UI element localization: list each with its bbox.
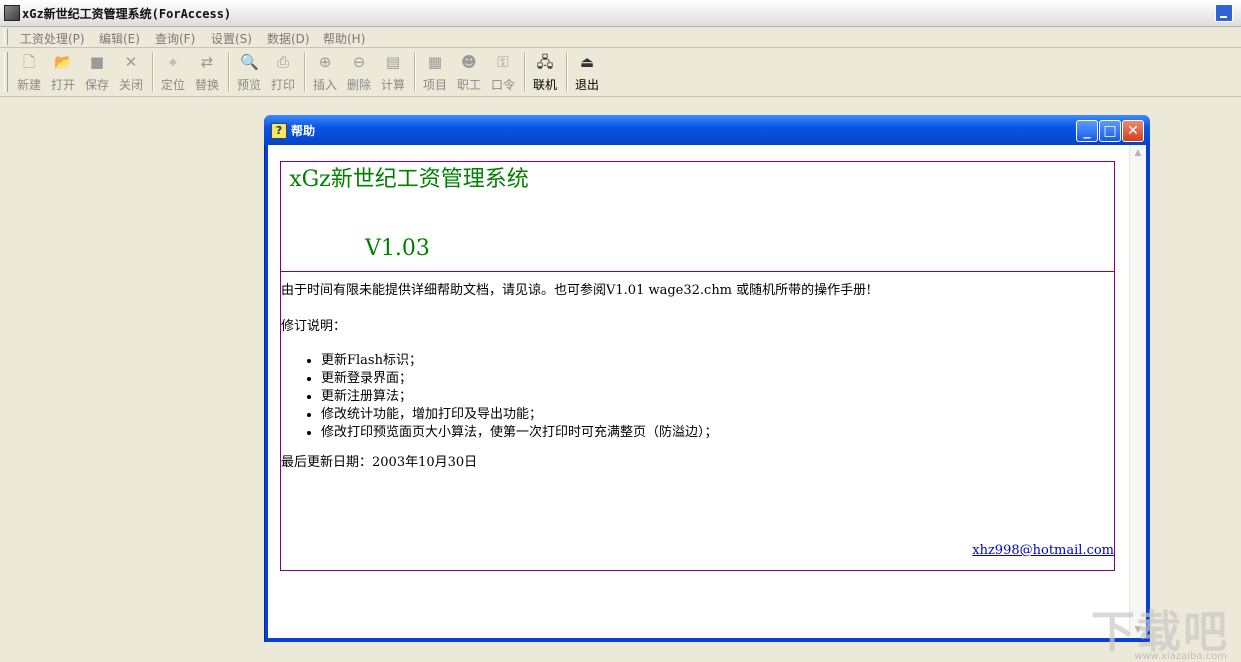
calculate-button-label: 计算 [380, 78, 405, 92]
password-button-label: 口令 [490, 78, 515, 92]
save-button-label: 保存 [84, 78, 109, 92]
calculator-icon: ▤ [385, 53, 401, 71]
vertical-scrollbar[interactable]: ▲ ▼ [1129, 145, 1146, 638]
help-maximize-button[interactable]: □ [1099, 120, 1121, 142]
exit-button-label: 退出 [574, 78, 599, 92]
menu-help[interactable]: 帮助(H) [323, 30, 365, 47]
help-window-title: 帮助 [291, 124, 316, 138]
last-updated-text: 最后更新日期：2003年10月30日 [281, 455, 478, 470]
menu-grip-handle[interactable] [4, 29, 8, 45]
network-button-label: 联机 [532, 78, 557, 92]
help-title-bar[interactable]: ? 帮助 _ □ ✕ [264, 115, 1150, 145]
help-document: xGz新世纪工资管理系统 V1.03 由于时间有限未能提供详细帮助文档，请见谅。… [280, 161, 1115, 571]
close-icon: ✕ [124, 53, 138, 71]
password-button[interactable]: ⚿ 口令 [487, 51, 519, 93]
toolbar-separator [566, 52, 568, 92]
email-link[interactable]: xhz998@hotmail.com [972, 543, 1114, 558]
staff-button[interactable]: ☻ 职工 [453, 51, 485, 93]
staff-button-label: 职工 [456, 78, 481, 92]
toolbar-grip-handle[interactable] [4, 52, 8, 92]
insert-icon: ⊕ [318, 53, 332, 71]
insert-button-label: 插入 [312, 78, 337, 92]
toolbar: 🗋 新建 📂 打开 ■ 保存 ✕ 关闭 ⌖ 定位 ⇄ 替换 🔍 预览 ⎙ 打印 … [0, 48, 1241, 97]
watermark-url: www.xiazaiba.com [1134, 651, 1227, 662]
delete-button-label: 删除 [346, 78, 371, 92]
intro-text: 由于时间有限未能提供详细帮助文档，请见谅。也可参阅V1.01 wage32.ch… [281, 283, 872, 298]
insert-button[interactable]: ⊕ 插入 [309, 51, 341, 93]
network-icon: 🖧 [536, 53, 554, 71]
replace-button[interactable]: ⇄ 替换 [191, 51, 223, 93]
revision-item: 修改打印预览面页大小算法，使第一次打印时可充满整页（防溢边）； [321, 424, 718, 442]
staff-icon: ☻ [461, 53, 477, 71]
calculate-button[interactable]: ▤ 计算 [377, 51, 409, 93]
revision-item: 更新Flash标识； [321, 352, 718, 370]
delete-icon: ⊖ [352, 53, 366, 71]
preview-button[interactable]: 🔍 预览 [233, 51, 265, 93]
menu-query[interactable]: 查询(F) [155, 30, 195, 47]
help-window-icon: ? [271, 123, 287, 139]
open-folder-icon: 📂 [54, 53, 73, 71]
new-button[interactable]: 🗋 新建 [13, 51, 45, 93]
help-banner: xGz新世纪工资管理系统 V1.03 [281, 162, 1114, 272]
new-file-icon: 🗋 [22, 53, 36, 71]
revision-item: 修改统计功能，增加打印及导出功能； [321, 406, 718, 424]
project-icon: ▦ [427, 53, 443, 71]
delete-button[interactable]: ⊖ 删除 [343, 51, 375, 93]
version-label: V1.03 [365, 236, 430, 261]
revision-list: 更新Flash标识； 更新登录界面； 更新注册算法； 修改统计功能，增加打印及导… [281, 352, 718, 442]
save-button[interactable]: ■ 保存 [81, 51, 113, 93]
print-button-label: 打印 [270, 78, 295, 92]
print-button[interactable]: ⎙ 打印 [267, 51, 299, 93]
password-icon: ⚿ [497, 53, 509, 71]
minimize-button[interactable] [1215, 4, 1233, 22]
menu-data[interactable]: 数据(D) [267, 30, 310, 47]
save-icon: ■ [89, 53, 105, 71]
project-button-label: 项目 [422, 78, 447, 92]
toolbar-separator [228, 52, 230, 92]
help-content-area: xGz新世纪工资管理系统 V1.03 由于时间有限未能提供详细帮助文档，请见谅。… [268, 145, 1146, 638]
exit-button[interactable]: ⏏ 退出 [571, 51, 603, 93]
replace-button-label: 替换 [194, 78, 219, 92]
menu-bar: 工资处理(P) 编辑(E) 查询(F) 设置(S) 数据(D) 帮助(H) [0, 27, 1241, 48]
menu-edit[interactable]: 编辑(E) [99, 30, 140, 47]
help-close-button[interactable]: ✕ [1122, 120, 1144, 142]
locate-button[interactable]: ⌖ 定位 [157, 51, 189, 93]
revision-heading: 修订说明： [281, 319, 347, 334]
network-button[interactable]: 🖧 联机 [529, 51, 561, 93]
toolbar-separator [304, 52, 306, 92]
exit-door-icon: ⏏ [579, 53, 595, 71]
toolbar-separator [524, 52, 526, 92]
project-button[interactable]: ▦ 项目 [419, 51, 451, 93]
close-button-label: 关闭 [118, 78, 143, 92]
help-window: ? 帮助 _ □ ✕ xGz新世纪工资管理系统 V1.03 由于时间有限未能提供… [264, 115, 1150, 642]
preview-button-label: 预览 [236, 78, 261, 92]
revision-item: 更新登录界面； [321, 370, 718, 388]
locate-button-label: 定位 [160, 78, 185, 92]
help-minimize-button[interactable]: _ [1076, 120, 1098, 142]
open-button[interactable]: 📂 打开 [47, 51, 79, 93]
app-icon [4, 5, 20, 21]
binoculars-icon: ⌖ [168, 53, 178, 71]
main-window-title: xGz新世纪工资管理系统(ForAccess) [22, 7, 232, 21]
new-button-label: 新建 [16, 78, 41, 92]
replace-icon: ⇄ [200, 53, 214, 71]
revision-item: 更新注册算法； [321, 388, 718, 406]
preview-icon: 🔍 [240, 53, 259, 71]
toolbar-separator [152, 52, 154, 92]
app-name-heading: xGz新世纪工资管理系统 [289, 167, 529, 192]
menu-payroll[interactable]: 工资处理(P) [20, 30, 85, 47]
menu-settings[interactable]: 设置(S) [211, 30, 252, 47]
scroll-up-icon[interactable]: ▲ [1132, 147, 1144, 159]
close-button[interactable]: ✕ 关闭 [115, 51, 147, 93]
open-button-label: 打开 [50, 78, 75, 92]
main-title-bar: xGz新世纪工资管理系统(ForAccess) [0, 0, 1241, 27]
toolbar-separator [414, 52, 416, 92]
printer-icon: ⎙ [276, 53, 289, 71]
